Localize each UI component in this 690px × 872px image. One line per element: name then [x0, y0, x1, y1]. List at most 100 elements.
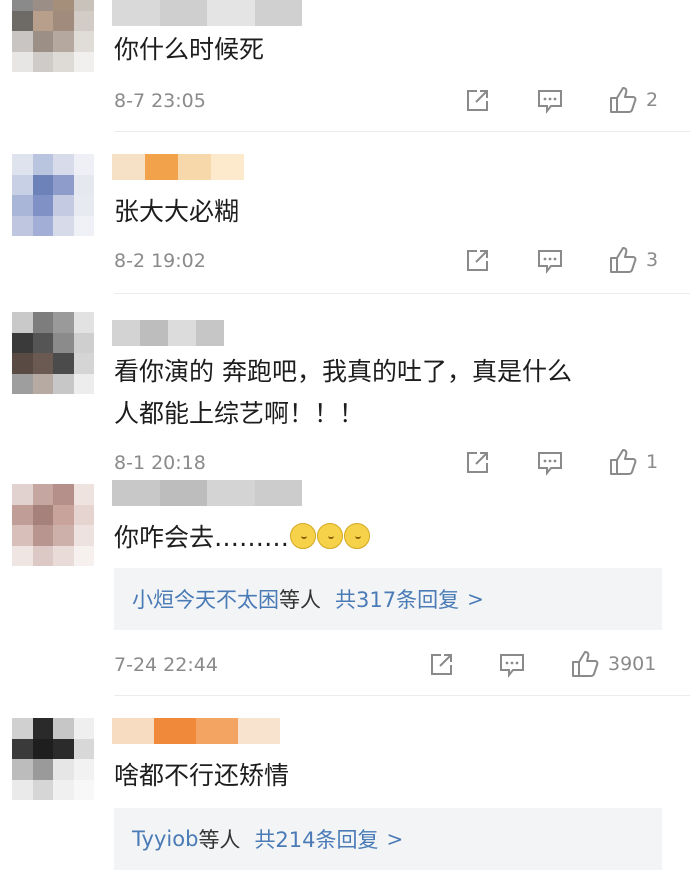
avatar[interactable]: [12, 312, 94, 394]
avatar-pixel: [53, 0, 74, 11]
avatar-pixel: [32, 154, 53, 175]
avatar-pixel: [32, 718, 53, 739]
like-icon: [610, 247, 637, 273]
share-button[interactable]: [428, 652, 454, 678]
nickname-blurred[interactable]: [112, 718, 280, 744]
reply-authors[interactable]: Tyyiob: [132, 827, 198, 851]
comment-text: 你什么时候死: [114, 35, 265, 64]
avatar-pixel: [12, 738, 33, 759]
avatar-pixel: [73, 504, 94, 525]
avatar-pixel: [12, 504, 33, 525]
avatar-pixel: [32, 31, 53, 52]
avatar-pixel: [53, 174, 74, 195]
avatar-pixel: [53, 738, 74, 759]
nickname-blurred[interactable]: [112, 154, 244, 180]
like-button[interactable]: 2: [608, 86, 658, 114]
avatar-pixel: [53, 373, 74, 394]
avatar-pixel: [73, 545, 94, 566]
reply-count[interactable]: 共317条回复: [335, 584, 459, 614]
like-count: 1: [646, 451, 659, 473]
avatar-pixel: [53, 779, 74, 800]
comment-item: 看你演的 奔跑吧，我真的吐了，真是什么 人都能上综艺啊！！！ 8-1 20:18…: [0, 294, 690, 476]
avatar-pixel: [32, 738, 53, 759]
like-icon: [610, 87, 637, 113]
avatar[interactable]: [12, 154, 94, 236]
avatar-pixel: [12, 718, 33, 739]
nickname-pixel: [178, 154, 211, 180]
comment-button[interactable]: [536, 88, 564, 114]
nickname-blurred[interactable]: [112, 480, 302, 506]
reply-count[interactable]: 共214条回复: [254, 824, 378, 854]
avatar-pixel: [53, 51, 74, 72]
share-icon: [467, 90, 488, 111]
nickname-pixel: [159, 480, 207, 506]
avatar-pixel: [73, 195, 94, 216]
avatar-pixel: [32, 373, 53, 394]
nickname-blurred[interactable]: [112, 0, 302, 26]
like-button[interactable]: 1: [608, 448, 658, 476]
avatar-pixel: [12, 484, 33, 505]
comment-timestamp: 7-24 22:44: [114, 654, 218, 676]
avatar-pixel: [73, 312, 94, 333]
avatar-pixel: [73, 154, 94, 175]
avatar-pixel: [32, 504, 53, 525]
comment-button[interactable]: [498, 652, 526, 678]
avatar-pixel: [73, 525, 94, 546]
avatar-pixel: [73, 738, 94, 759]
like-button[interactable]: 3: [608, 246, 658, 274]
nickname-blurred[interactable]: [112, 320, 224, 346]
replies-summary[interactable]: Tyyiob 等人 共214条回复 >: [114, 808, 662, 870]
nickname-pixel: [196, 320, 224, 346]
reply-authors-suffix: 等人: [198, 828, 241, 852]
comment-item: 啥都不行还矫情 Tyyiob 等人 共214条回复 >: [0, 696, 690, 872]
avatar-pixel: [73, 215, 94, 236]
avatar-pixel: [73, 718, 94, 739]
avatar-pixel: [53, 312, 74, 333]
comment-icon: [500, 654, 524, 678]
avatar-pixel: [32, 195, 53, 216]
nickname-pixel: [140, 320, 168, 346]
comment-text-line-1: 看你演的 奔跑吧，我真的吐了，真是什么: [114, 357, 572, 386]
comment-button[interactable]: [536, 450, 564, 476]
avatar-pixel: [53, 759, 74, 780]
avatar-pixel: [53, 154, 74, 175]
avatar-pixel: [73, 332, 94, 353]
share-icon: [467, 250, 488, 271]
nickname-pixel: [145, 154, 178, 180]
avatar-pixel: [53, 10, 74, 31]
avatar-pixel: [12, 195, 33, 216]
like-button[interactable]: 3901: [570, 650, 656, 678]
comment-button[interactable]: [536, 248, 564, 274]
comment-icon: [538, 250, 562, 274]
nickname-pixel: [154, 718, 196, 744]
avatar-pixel: [32, 10, 53, 31]
avatar-pixel: [73, 353, 94, 374]
avatar-pixel: [73, 373, 94, 394]
avatar-pixel: [32, 484, 53, 505]
avatar-pixel: [53, 332, 74, 353]
avatar-pixel: [53, 504, 74, 525]
avatar[interactable]: [12, 718, 94, 800]
share-icon: [431, 654, 452, 675]
share-button[interactable]: [464, 248, 490, 274]
reply-authors[interactable]: 小烜今天不太困: [132, 584, 279, 614]
nickname-pixel: [238, 718, 280, 744]
avatar[interactable]: [12, 484, 94, 566]
avatar-pixel: [32, 545, 53, 566]
avatar-pixel: [53, 525, 74, 546]
comment-item: 你咋会去……… 小烜今天不太困 等人 共317条回复 > 7-24 22:44 …: [0, 476, 690, 696]
avatar-pixel: [12, 174, 33, 195]
share-button[interactable]: [464, 450, 490, 476]
avatar-pixel: [12, 525, 33, 546]
avatar-pixel: [73, 10, 94, 31]
emoji-icon: [344, 523, 371, 549]
share-button[interactable]: [464, 88, 490, 114]
comment-item: 张大大必糊 8-2 19:02 3: [0, 132, 690, 294]
nickname-pixel: [207, 0, 255, 26]
avatar[interactable]: [12, 0, 94, 72]
chevron-right-icon: >: [386, 827, 404, 851]
avatar-pixel: [32, 174, 53, 195]
nickname-pixel: [112, 480, 160, 506]
nickname-pixel: [196, 718, 238, 744]
replies-summary[interactable]: 小烜今天不太困 等人 共317条回复 >: [114, 568, 662, 630]
